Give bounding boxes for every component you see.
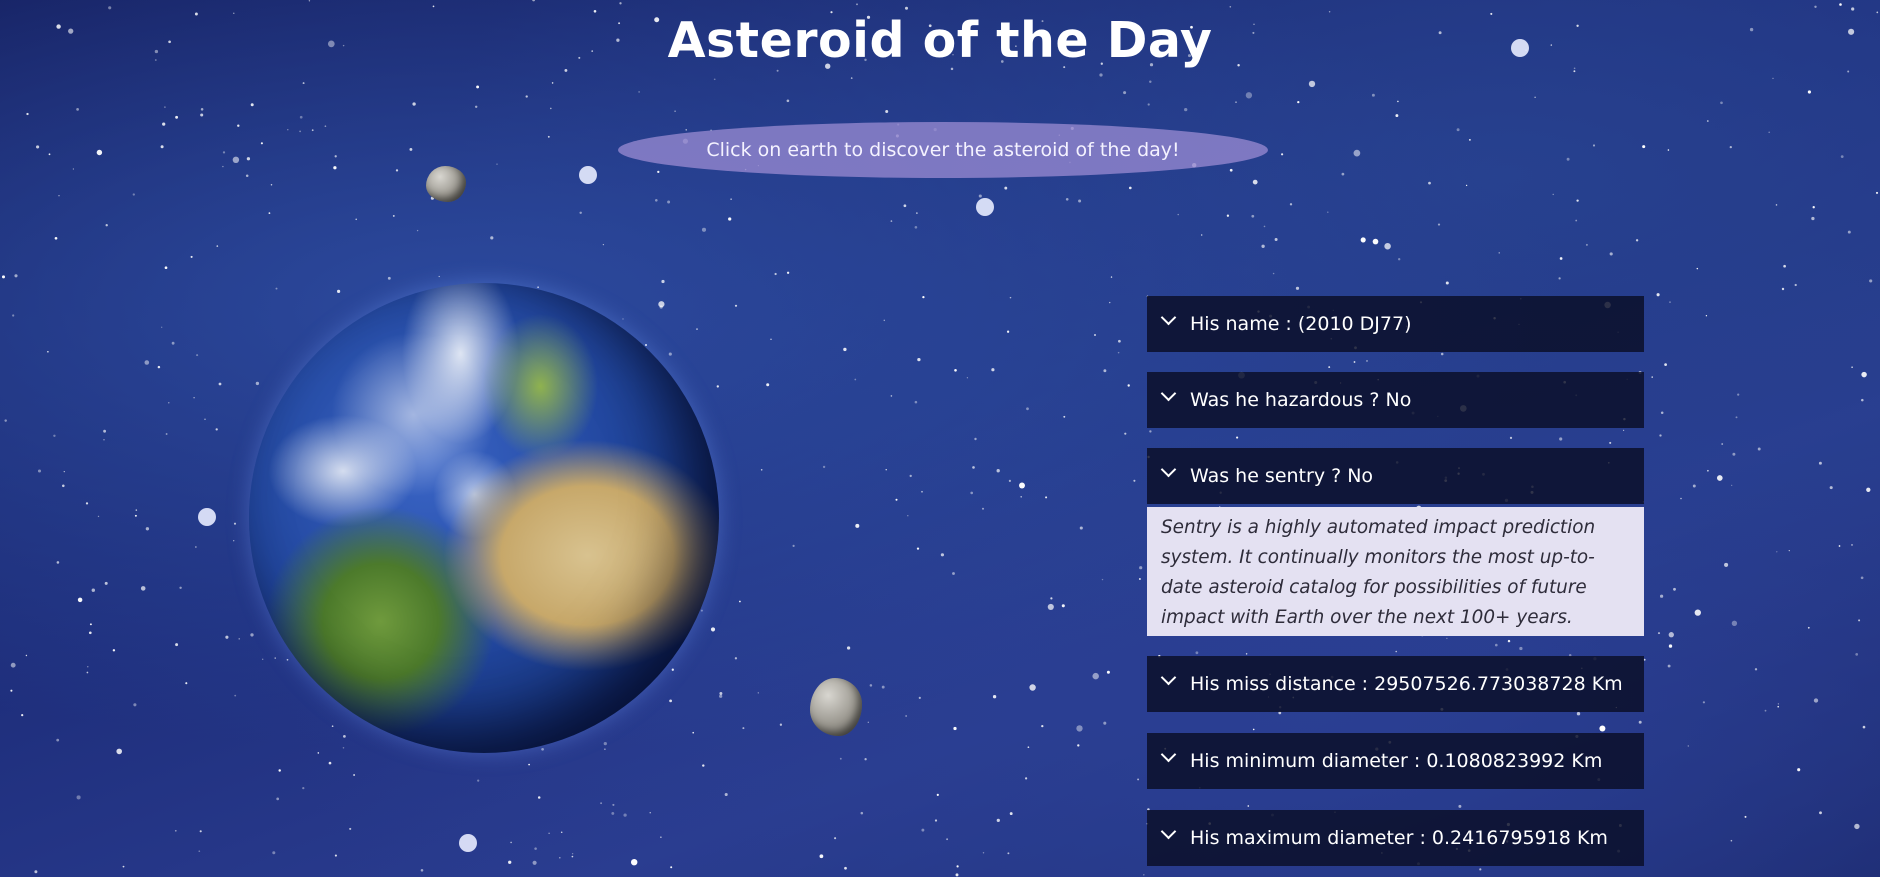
discover-asteroid-banner[interactable]: Click on earth to discover the asteroid … <box>618 122 1268 178</box>
accordion-label: His maximum diameter : 0.2416795918 Km <box>1190 827 1608 849</box>
accordion-item-min-diameter[interactable]: His minimum diameter : 0.1080823992 Km <box>1147 733 1644 789</box>
accordion-label: Was he hazardous ? No <box>1190 389 1412 411</box>
asteroid-image <box>810 678 862 736</box>
accordion-item-name[interactable]: His name : (2010 DJ77) <box>1147 296 1644 352</box>
chevron-down-icon <box>1160 461 1177 477</box>
sentry-description: Sentry is a highly automated impact pred… <box>1147 507 1644 636</box>
chevron-down-icon <box>1160 385 1177 401</box>
accordion-item-sentry[interactable]: Was he sentry ? No <box>1147 448 1644 504</box>
earth-image[interactable] <box>249 283 719 753</box>
accordion-item-hazardous[interactable]: Was he hazardous ? No <box>1147 372 1644 428</box>
page-title: Asteroid of the Day <box>667 12 1213 69</box>
accordion-item-miss-distance[interactable]: His miss distance : 29507526.773038728 K… <box>1147 656 1644 712</box>
chevron-down-icon <box>1160 823 1177 839</box>
chevron-down-icon <box>1160 746 1177 762</box>
chevron-down-icon <box>1160 309 1177 325</box>
accordion-label: His name : (2010 DJ77) <box>1190 313 1412 335</box>
accordion-label: His minimum diameter : 0.1080823992 Km <box>1190 750 1603 772</box>
accordion-label: Was he sentry ? No <box>1190 465 1374 487</box>
accordion-item-max-diameter[interactable]: His maximum diameter : 0.2416795918 Km <box>1147 810 1644 866</box>
asteroid-image <box>426 166 466 202</box>
chevron-down-icon <box>1160 669 1177 685</box>
accordion-label: His miss distance : 29507526.773038728 K… <box>1190 673 1623 695</box>
